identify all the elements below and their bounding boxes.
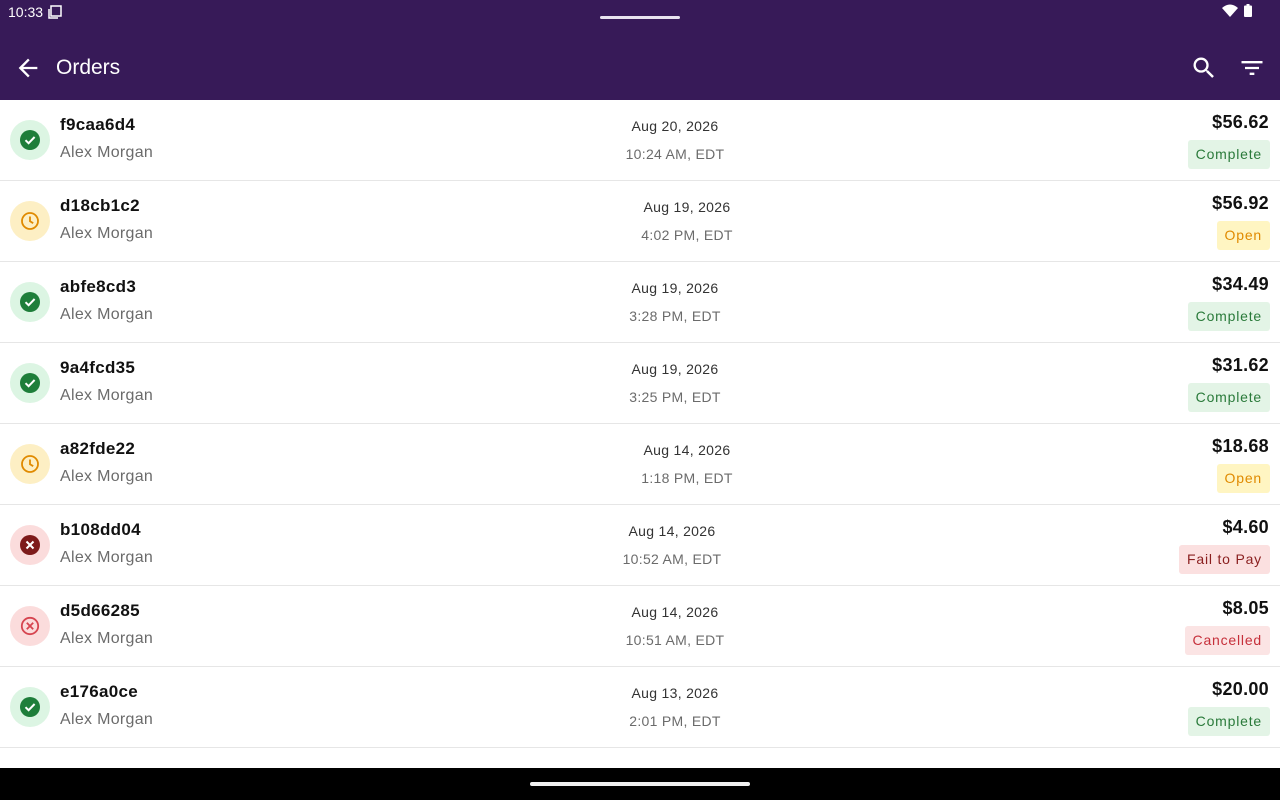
order-date: Aug 14, 2026 [628, 523, 716, 539]
order-time: 4:02 PM, EDT [641, 227, 733, 243]
top-gesture-handle [600, 16, 680, 19]
order-date: Aug 13, 2026 [631, 685, 719, 701]
order-row[interactable]: f9caa6d4 Alex Morgan Aug 20, 2026 10:24 … [0, 100, 1280, 181]
order-amount: $56.92 [1212, 193, 1269, 213]
check-circle-icon [20, 130, 40, 150]
x-circle-outline-icon [20, 616, 40, 636]
status-badge: Complete [1187, 383, 1270, 412]
customer-name: Alex Morgan [60, 711, 154, 728]
order-amount: $18.68 [1212, 436, 1269, 456]
status-badge: Fail to Pay [1179, 545, 1270, 574]
order-id: a82fde22 [60, 439, 136, 458]
customer-name: Alex Morgan [60, 468, 154, 485]
navigation-bar [0, 768, 1280, 800]
customer-name: Alex Morgan [60, 549, 154, 566]
order-row[interactable]: d18cb1c2 Alex Morgan Aug 19, 2026 4:02 P… [0, 181, 1280, 262]
customer-name: Alex Morgan [60, 144, 154, 161]
status-icon-container [10, 525, 50, 565]
status-badge: Open [1216, 221, 1270, 250]
order-time: 2:01 PM, EDT [629, 713, 721, 729]
status-time: 10:33 [8, 4, 44, 20]
check-circle-icon [20, 292, 40, 312]
orders-screen: 10:33 Orders f9caa6d4 Alex Morgan Aug 20… [0, 0, 1280, 800]
order-amount: $34.49 [1212, 274, 1269, 294]
order-id: 9a4fcd35 [60, 358, 136, 377]
order-date: Aug 19, 2026 [643, 199, 731, 215]
customer-name: Alex Morgan [60, 306, 154, 323]
order-id: d18cb1c2 [60, 196, 140, 215]
order-time: 10:51 AM, EDT [625, 632, 725, 648]
order-row-partial[interactable] [0, 748, 1280, 768]
battery-icon [1244, 4, 1252, 17]
status-icon-container [10, 444, 50, 484]
status-badge: Complete [1187, 140, 1270, 169]
customer-name: Alex Morgan [60, 630, 154, 647]
status-icon-container [10, 606, 50, 646]
status-icon-container [10, 687, 50, 727]
arrow-back-icon[interactable] [14, 54, 42, 82]
status-badge: Open [1216, 464, 1270, 493]
clock-icon [21, 455, 39, 473]
clock-icon [21, 212, 39, 230]
status-icon-container [10, 363, 50, 403]
filter-icon[interactable] [1238, 54, 1266, 82]
page-title: Orders [56, 56, 121, 79]
order-row[interactable]: d5d66285 Alex Morgan Aug 14, 2026 10:51 … [0, 586, 1280, 667]
status-badge: Complete [1187, 707, 1270, 736]
status-badge: Cancelled [1184, 626, 1270, 655]
order-amount: $20.00 [1212, 679, 1269, 699]
status-icon-container [10, 201, 50, 241]
order-time: 3:25 PM, EDT [629, 389, 721, 405]
order-row[interactable]: b108dd04 Alex Morgan Aug 14, 2026 10:52 … [0, 505, 1280, 586]
app-bar: Orders [0, 36, 1280, 100]
status-bar: 10:33 [0, 0, 1280, 36]
home-gesture-handle[interactable] [530, 782, 750, 786]
order-row[interactable]: e176a0ce Alex Morgan Aug 13, 2026 2:01 P… [0, 667, 1280, 748]
order-id: f9caa6d4 [60, 115, 136, 134]
status-icon-container [10, 282, 50, 322]
order-amount: $31.62 [1212, 355, 1269, 375]
x-circle-icon [20, 535, 40, 555]
customer-name: Alex Morgan [60, 387, 154, 404]
order-time: 1:18 PM, EDT [641, 470, 733, 486]
status-icon-container [10, 120, 50, 160]
order-time: 3:28 PM, EDT [629, 308, 721, 324]
check-circle-icon [20, 373, 40, 393]
screenshot-notification-icon [48, 5, 62, 19]
status-badge: Complete [1187, 302, 1270, 331]
order-time: 10:52 AM, EDT [622, 551, 722, 567]
order-date: Aug 19, 2026 [631, 280, 719, 296]
order-id: d5d66285 [60, 601, 140, 620]
order-row[interactable]: a82fde22 Alex Morgan Aug 14, 2026 1:18 P… [0, 424, 1280, 505]
order-date: Aug 14, 2026 [643, 442, 731, 458]
order-row[interactable]: 9a4fcd35 Alex Morgan Aug 19, 2026 3:25 P… [0, 343, 1280, 424]
order-row[interactable]: abfe8cd3 Alex Morgan Aug 19, 2026 3:28 P… [0, 262, 1280, 343]
order-id: b108dd04 [60, 520, 141, 539]
order-amount: $56.62 [1212, 112, 1269, 132]
order-date: Aug 19, 2026 [631, 361, 719, 377]
search-icon[interactable] [1190, 54, 1218, 82]
customer-name: Alex Morgan [60, 225, 154, 242]
order-amount: $4.60 [1222, 517, 1269, 537]
order-date: Aug 14, 2026 [631, 604, 719, 620]
wifi-icon [1222, 4, 1238, 17]
order-id: abfe8cd3 [60, 277, 137, 296]
order-date: Aug 20, 2026 [631, 118, 719, 134]
check-circle-icon [20, 697, 40, 717]
orders-list[interactable]: f9caa6d4 Alex Morgan Aug 20, 2026 10:24 … [0, 100, 1280, 768]
order-amount: $8.05 [1222, 598, 1269, 618]
order-id: e176a0ce [60, 682, 139, 701]
order-time: 10:24 AM, EDT [625, 146, 725, 162]
